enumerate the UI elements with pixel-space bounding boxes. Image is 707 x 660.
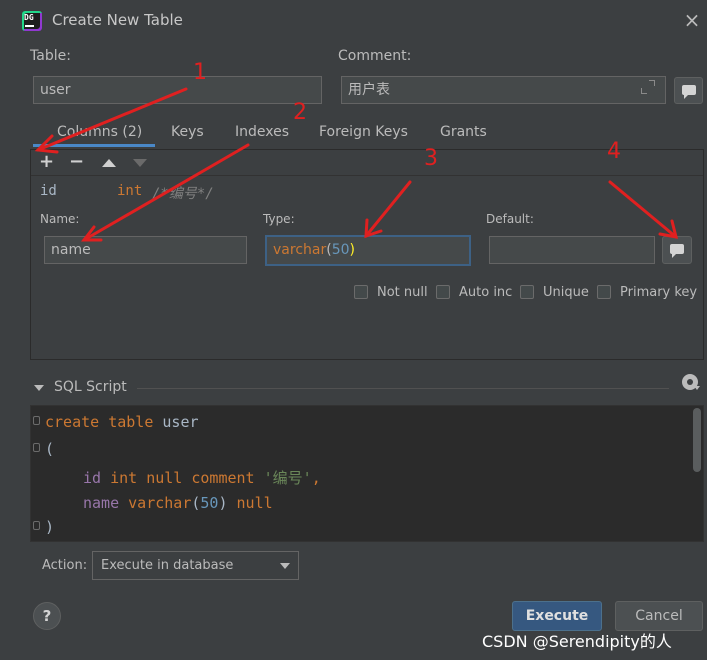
annotation-number-4: 4 (607, 139, 621, 164)
annotation-number-3: 3 (424, 146, 438, 171)
annotation-arrow-1 (36, 87, 188, 152)
watermark: CSDN @Serendipity的人 (482, 632, 672, 651)
annotation-number-1: 1 (193, 60, 207, 85)
annotation-arrow-4 (608, 180, 678, 239)
annotation-arrow-3 (364, 180, 412, 238)
annotation-arrows (34, 87, 679, 242)
annotation-number-2: 2 (293, 100, 307, 125)
annotation-arrow-2 (82, 143, 250, 242)
